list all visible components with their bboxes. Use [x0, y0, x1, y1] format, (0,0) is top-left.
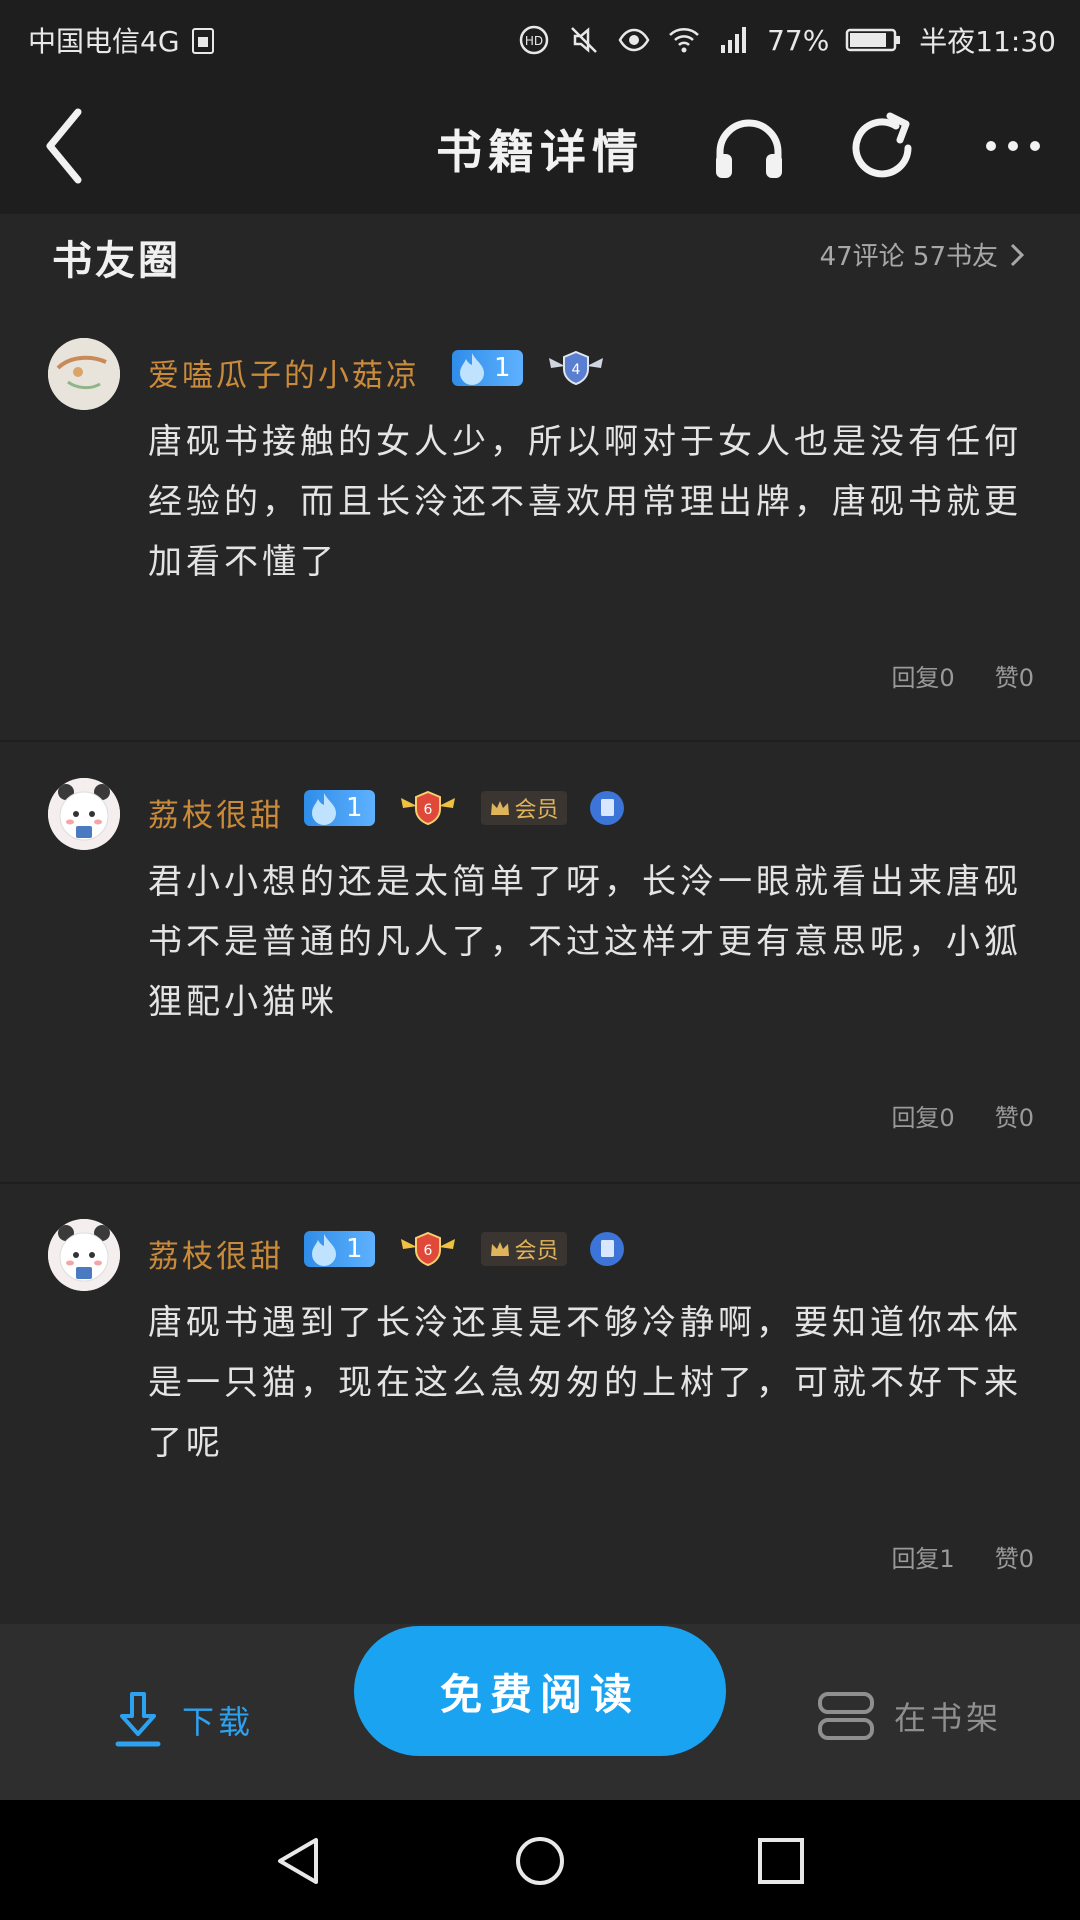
battery-icon	[845, 23, 903, 57]
comment-item: 荔枝很甜 1 6 会员 唐砚书遇到了长泠还真是不够冷静啊，要知道你本体是一只猫，…	[0, 1183, 1080, 1623]
crown-icon	[490, 1242, 509, 1256]
level-badge: 1	[452, 350, 523, 386]
comment-count-label: 47评论 57书友	[819, 242, 998, 272]
comment-text: 唐砚书遇到了长泠还真是不够冷静啊，要知道你本体是一只猫，现在这么急匆匆的上树了，…	[148, 1303, 1022, 1463]
free-read-button[interactable]: 免费阅读	[354, 1626, 726, 1756]
eye-icon	[617, 23, 651, 57]
vip-badge: 会员	[480, 1232, 567, 1266]
book-circle-header: 书友圈 47评论 57书友	[0, 214, 1080, 314]
like-button[interactable]: 赞0	[995, 1098, 1034, 1133]
hd-call-icon: HD	[517, 23, 551, 57]
user-badges: 1 4	[452, 348, 607, 388]
reply-button[interactable]: 回复0	[891, 1098, 954, 1133]
wifi-icon	[667, 23, 701, 57]
share-icon[interactable]	[848, 112, 918, 182]
section-title: 书友圈	[52, 238, 181, 284]
level-badge: 1	[304, 1231, 375, 1267]
status-bar: 中国电信4G HD 77% 半夜11:30	[0, 0, 1080, 78]
status-left: 中国电信4G	[28, 20, 220, 60]
vip-label: 会员	[514, 798, 559, 823]
headset-icon[interactable]	[712, 114, 786, 182]
wing-level-number: 6	[423, 802, 432, 818]
page-title: 书籍详情	[436, 125, 644, 179]
download-label: 下载	[182, 1703, 255, 1741]
comment-footer: 回复0 赞0	[891, 1098, 1034, 1133]
level-number: 1	[346, 1234, 363, 1264]
wing-badge-icon: 6	[400, 790, 455, 826]
signal-icon	[717, 23, 751, 57]
section-meta-link[interactable]: 47评论 57书友	[820, 236, 1026, 273]
title-bar: 书籍详情	[0, 78, 1080, 214]
download-button[interactable]: 下载	[112, 1690, 254, 1750]
nav-recents-icon[interactable]	[754, 1834, 808, 1888]
flame-icon	[312, 793, 336, 825]
user-badges: 1 6 会员	[304, 788, 625, 828]
wing-badge-icon: 4	[548, 350, 603, 386]
status-right: HD 77% 半夜11:30	[517, 20, 1056, 60]
sim-icon	[186, 23, 220, 57]
crown-icon	[490, 801, 509, 815]
bookshelf-label: 在书架	[894, 1699, 1003, 1737]
wing-badge-icon: 6	[400, 1231, 455, 1267]
comment-item: 爱嗑瓜子的小菇凉 1 4 唐砚书接触的女人少，所以啊对于女人也是没有任何经验的，…	[0, 302, 1080, 742]
wing-level-number: 4	[571, 362, 580, 378]
nav-back-icon[interactable]	[272, 1834, 326, 1888]
nav-home-icon[interactable]	[513, 1834, 567, 1888]
vip-label: 会员	[514, 1239, 559, 1264]
comment-text: 唐砚书接触的女人少，所以啊对于女人也是没有任何经验的，而且长泠还不喜欢用常理出牌…	[148, 422, 1022, 582]
user-badges: 1 6 会员	[304, 1229, 625, 1269]
svg-text:HD: HD	[525, 34, 543, 48]
like-button[interactable]: 赞0	[995, 1539, 1034, 1574]
comment-footer: 回复1 赞0	[891, 1539, 1034, 1574]
book-badge-icon	[589, 791, 624, 825]
bookshelf-button[interactable]: 在书架	[816, 1690, 1002, 1742]
bottom-action-bar: 下载 免费阅读 在书架	[0, 1624, 1080, 1800]
flame-icon	[312, 1234, 336, 1266]
level-number: 1	[346, 793, 363, 823]
comment-footer: 回复0 赞0	[891, 658, 1034, 693]
system-nav-bar	[0, 1800, 1080, 1920]
comment-text: 君小小想的还是太简单了呀，长泠一眼就看出来唐砚书不是普通的凡人了，不过这样才更有…	[148, 862, 1022, 1022]
avatar[interactable]	[48, 778, 120, 850]
clock-label: 半夜11:30	[919, 25, 1056, 58]
like-button[interactable]: 赞0	[995, 658, 1034, 693]
reply-button[interactable]: 回复1	[891, 1539, 954, 1574]
wing-level-number: 6	[423, 1243, 432, 1259]
download-icon	[115, 1692, 161, 1747]
book-badge-icon	[589, 1232, 624, 1266]
more-icon[interactable]	[984, 134, 1042, 158]
carrier-label: 中国电信4G	[28, 25, 180, 58]
avatar[interactable]	[48, 1219, 120, 1291]
username[interactable]: 荔枝很甜	[148, 790, 284, 835]
username[interactable]: 荔枝很甜	[148, 1231, 284, 1276]
vip-badge: 会员	[480, 791, 567, 825]
battery-percent: 77%	[767, 23, 830, 57]
chevron-right-icon	[1010, 243, 1025, 266]
level-number: 1	[494, 353, 511, 383]
flame-icon	[460, 353, 484, 385]
level-badge: 1	[304, 790, 375, 826]
username[interactable]: 爱嗑瓜子的小菇凉	[148, 350, 420, 395]
mute-icon	[567, 23, 601, 57]
reply-button[interactable]: 回复0	[891, 658, 954, 693]
avatar[interactable]	[48, 338, 120, 410]
comment-item: 荔枝很甜 1 6 会员 君小小想的还是太简单了呀，长泠一眼就看出来唐砚书不是普通…	[0, 742, 1080, 1182]
bookshelf-icon	[818, 1692, 874, 1740]
